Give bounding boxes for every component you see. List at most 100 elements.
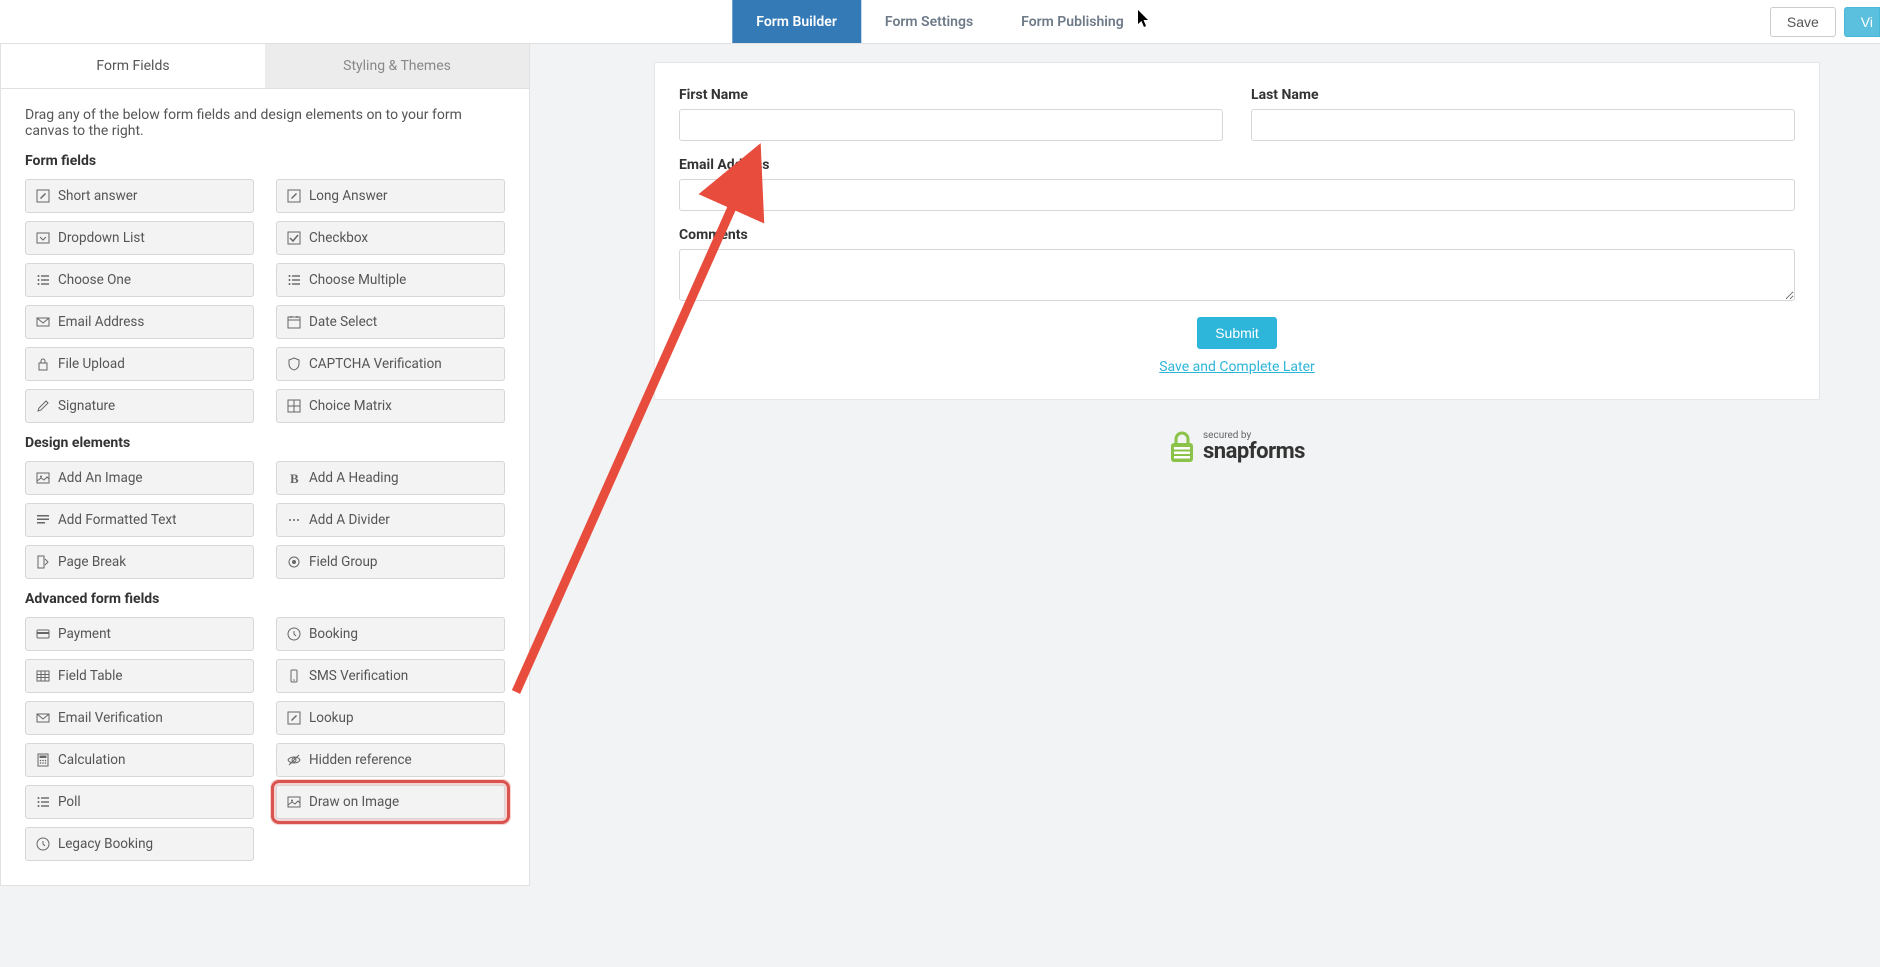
comments-label: Comments xyxy=(679,227,1795,243)
tab-label: Form Fields xyxy=(96,58,169,74)
section-design-elements-title: Design elements xyxy=(25,435,505,451)
first-name-field[interactable] xyxy=(679,109,1223,141)
field-checkbox[interactable]: Checkbox xyxy=(276,221,505,255)
tab-styling-themes[interactable]: Styling & Themes xyxy=(265,44,529,88)
advanced-payment[interactable]: Payment xyxy=(25,617,254,651)
advanced-email-verification[interactable]: Email Verification xyxy=(25,701,254,735)
advanced-booking[interactable]: Booking xyxy=(276,617,505,651)
phone-icon xyxy=(287,669,301,683)
field-item-label: Page Break xyxy=(58,554,126,570)
checkbox-icon xyxy=(287,231,301,245)
tab-form-publishing[interactable]: Form Publishing xyxy=(997,0,1148,43)
tab-form-settings[interactable]: Form Settings xyxy=(861,0,997,43)
design-add-a-heading[interactable]: BAdd A Heading xyxy=(276,461,505,495)
field-item-label: Choose Multiple xyxy=(309,272,406,288)
topnav-right: Save Vi xyxy=(1770,0,1880,43)
list-icon xyxy=(36,795,50,809)
first-name-label: First Name xyxy=(679,87,1223,103)
field-item-label: Calculation xyxy=(58,752,125,768)
field-item-label: Choice Matrix xyxy=(309,398,392,414)
button-label: Submit xyxy=(1215,325,1259,341)
brand-text: snapforms xyxy=(1203,441,1305,463)
grid-icon xyxy=(287,399,301,413)
field-date-select[interactable]: Date Select xyxy=(276,305,505,339)
divider-icon xyxy=(287,513,301,527)
advanced-draw-on-image[interactable]: Draw on Image xyxy=(276,785,505,819)
left-panel-tabs: Form Fields Styling & Themes xyxy=(1,44,529,89)
field-long-answer[interactable]: Long Answer xyxy=(276,179,505,213)
email-field[interactable] xyxy=(679,179,1795,211)
field-item-label: Date Select xyxy=(309,314,377,330)
field-short-answer[interactable]: Short answer xyxy=(25,179,254,213)
field-item-label: Add A Divider xyxy=(309,512,390,528)
field-choice-matrix[interactable]: Choice Matrix xyxy=(276,389,505,423)
field-file-upload[interactable]: File Upload xyxy=(25,347,254,381)
mail-icon xyxy=(36,711,50,725)
save-complete-later-link[interactable]: Save and Complete Later xyxy=(679,359,1795,375)
form-col-email: Email Address xyxy=(679,157,1795,211)
field-email-address[interactable]: Email Address xyxy=(25,305,254,339)
field-item-label: Signature xyxy=(58,398,115,414)
shield-icon xyxy=(287,357,301,371)
form-canvas[interactable]: First Name Last Name Email Address Comme… xyxy=(654,62,1820,400)
topnav-tabs: Form Builder Form Settings Form Publishi… xyxy=(732,0,1147,43)
advanced-poll[interactable]: Poll xyxy=(25,785,254,819)
advanced-hidden-reference[interactable]: Hidden reference xyxy=(276,743,505,777)
field-item-label: Email Address xyxy=(58,314,144,330)
design-add-an-image[interactable]: Add An Image xyxy=(25,461,254,495)
field-item-label: Field Group xyxy=(309,554,378,570)
field-item-label: Hidden reference xyxy=(309,752,412,768)
field-item-label: SMS Verification xyxy=(309,668,408,684)
field-item-label: Checkbox xyxy=(309,230,368,246)
field-item-label: Dropdown List xyxy=(58,230,145,246)
field-choose-multiple[interactable]: Choose Multiple xyxy=(276,263,505,297)
form-row-email: Email Address xyxy=(679,157,1795,211)
field-item-label: Field Table xyxy=(58,668,123,684)
view-button[interactable]: Vi xyxy=(1844,7,1880,37)
pagebreak-icon xyxy=(36,555,50,569)
save-button[interactable]: Save xyxy=(1770,7,1836,37)
design-add-formatted-text[interactable]: Add Formatted Text xyxy=(25,503,254,537)
advanced-lookup[interactable]: Lookup xyxy=(276,701,505,735)
tab-form-fields[interactable]: Form Fields xyxy=(1,44,265,88)
form-col-last-name: Last Name xyxy=(1251,87,1795,141)
design-field-group[interactable]: Field Group xyxy=(276,545,505,579)
secured-badge: secured by snapforms xyxy=(654,430,1820,464)
eye-off-icon xyxy=(287,753,301,767)
form-actions: Submit Save and Complete Later xyxy=(679,317,1795,375)
field-item-label: Add Formatted Text xyxy=(58,512,177,528)
calendar-icon xyxy=(287,315,301,329)
field-item-label: Short answer xyxy=(58,188,137,204)
design-add-a-divider[interactable]: Add A Divider xyxy=(276,503,505,537)
edit-icon xyxy=(287,189,301,203)
text-icon xyxy=(36,513,50,527)
field-item-label: Poll xyxy=(58,794,81,810)
section-form-fields-title: Form fields xyxy=(25,153,505,169)
email-label: Email Address xyxy=(679,157,1795,173)
design-page-break[interactable]: Page Break xyxy=(25,545,254,579)
group-icon xyxy=(287,555,301,569)
tab-label: Form Builder xyxy=(756,14,837,30)
advanced-fields-grid: Payment Booking Field Table SMS Verificatio… xyxy=(25,617,505,861)
field-captcha-verification[interactable]: CAPTCHA Verification xyxy=(276,347,505,381)
last-name-field[interactable] xyxy=(1251,109,1795,141)
field-item-label: Booking xyxy=(309,626,358,642)
design-elements-grid: Add An Image BAdd A Heading Add Formatted … xyxy=(25,461,505,579)
svg-text:B: B xyxy=(290,471,299,485)
tab-label: Form Publishing xyxy=(1021,14,1124,30)
field-choose-one[interactable]: Choose One xyxy=(25,263,254,297)
form-row-comments: Comments xyxy=(679,227,1795,301)
field-signature[interactable]: Signature xyxy=(25,389,254,423)
field-dropdown-list[interactable]: Dropdown List xyxy=(25,221,254,255)
advanced-calculation[interactable]: Calculation xyxy=(25,743,254,777)
section-advanced-title: Advanced form fields xyxy=(25,591,505,607)
advanced-field-table[interactable]: Field Table xyxy=(25,659,254,693)
field-item-label: Choose One xyxy=(58,272,131,288)
advanced-legacy-booking[interactable]: Legacy Booking xyxy=(25,827,254,861)
clock-icon xyxy=(287,627,301,641)
submit-button[interactable]: Submit xyxy=(1197,317,1277,349)
comments-field[interactable] xyxy=(679,249,1795,301)
field-item-label: Draw on Image xyxy=(309,794,399,810)
tab-form-builder[interactable]: Form Builder xyxy=(732,0,861,43)
advanced-sms-verification[interactable]: SMS Verification xyxy=(276,659,505,693)
